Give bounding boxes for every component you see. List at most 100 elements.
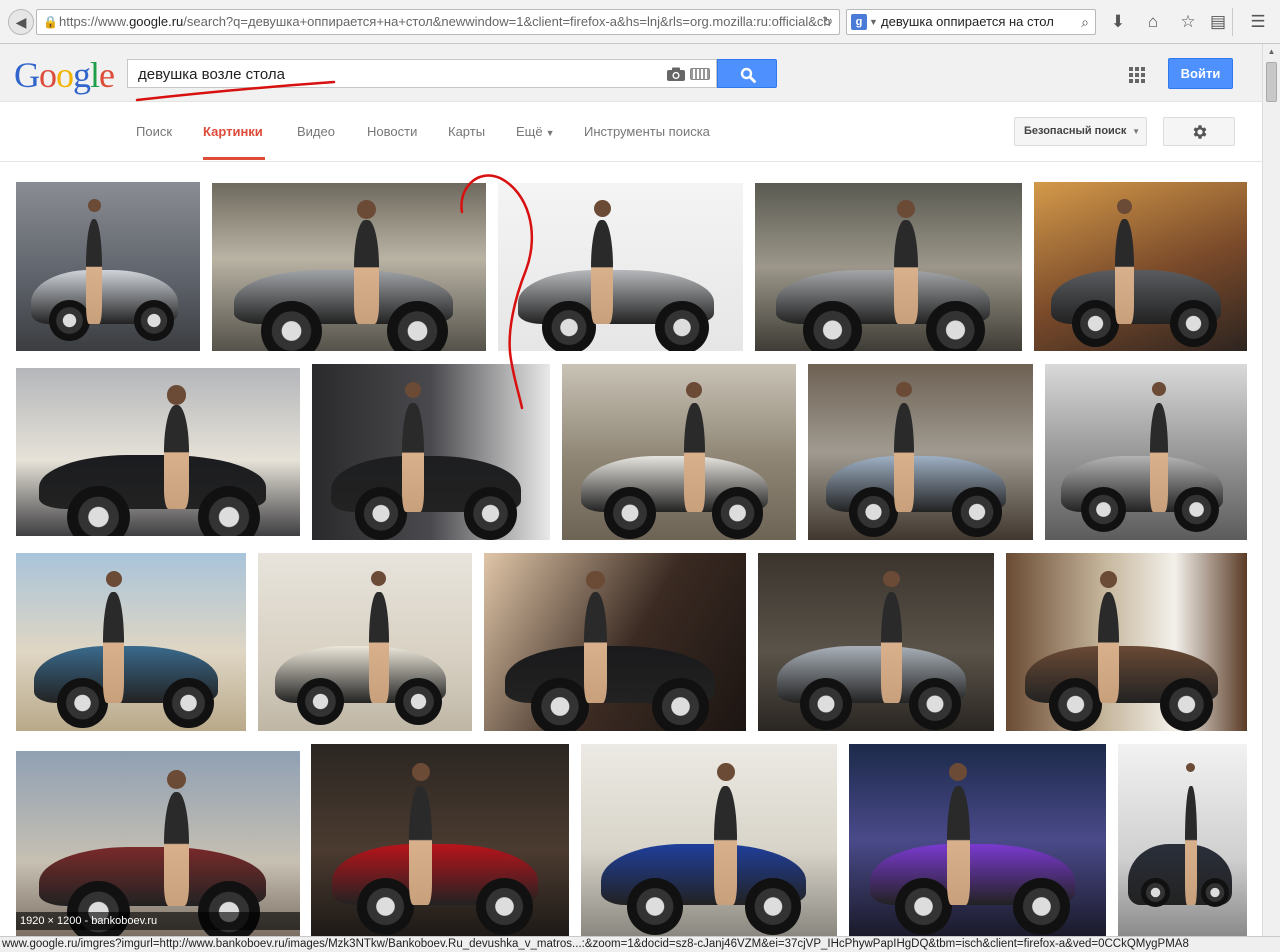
reading-list-icon[interactable]: ▤ (1206, 11, 1230, 33)
wheel-shape (909, 677, 961, 730)
search-query-text: девушка возле стола (138, 66, 285, 83)
safe-search-label: Безопасный поиск (1024, 125, 1127, 137)
wheel-shape (1141, 878, 1170, 907)
head-shape (716, 763, 735, 782)
image-thumbnail[interactable] (484, 553, 746, 731)
keyboard-icon[interactable] (690, 68, 710, 80)
image-thumbnail[interactable] (16, 182, 200, 351)
wheel-shape (925, 300, 985, 351)
image-thumbnail[interactable] (16, 368, 300, 536)
google-engine-icon[interactable]: g (851, 14, 867, 30)
image-thumbnail[interactable] (1118, 744, 1247, 936)
logo-letter: o (56, 55, 74, 95)
wheel-shape (895, 878, 952, 935)
image-thumbnail[interactable] (808, 364, 1033, 540)
chevron-down-icon: ▼ (1132, 127, 1140, 136)
back-icon[interactable]: ◀ (8, 9, 34, 35)
search-icon (740, 67, 756, 83)
wheel-shape (464, 487, 517, 540)
scroll-up-icon[interactable]: ▲ (1263, 44, 1280, 60)
image-thumbnail[interactable] (212, 183, 486, 351)
person-shape (880, 592, 902, 703)
image-thumbnail[interactable] (581, 744, 837, 936)
tab-more-label: Ещё (516, 124, 543, 139)
safe-search-button[interactable]: Безопасный поиск ▼ (1014, 117, 1147, 146)
browser-search-box[interactable]: g ▼ девушка оппирается на стол ⌕ (846, 9, 1096, 35)
person-shape (946, 786, 970, 906)
wheel-shape (1174, 487, 1219, 532)
head-shape (1152, 381, 1167, 396)
wheel-shape (476, 878, 533, 936)
image-thumbnail[interactable] (1045, 364, 1247, 540)
person-shape (1150, 402, 1169, 512)
search-input[interactable]: девушка возле стола (127, 59, 717, 88)
wheel-shape (803, 300, 862, 351)
wheel-shape (800, 677, 853, 730)
scrollbar-thumb[interactable] (1266, 62, 1277, 102)
image-thumbnail[interactable] (1034, 182, 1247, 351)
tab-maps[interactable]: Карты (448, 124, 485, 139)
head-shape (586, 570, 605, 590)
camera-icon[interactable] (666, 66, 686, 82)
person-shape (369, 592, 389, 703)
logo-letter: G (14, 55, 40, 95)
scrollbar[interactable]: ▲ (1262, 44, 1280, 936)
image-thumbnail[interactable] (562, 364, 796, 540)
image-thumbnail[interactable] (498, 183, 743, 351)
tab-images[interactable]: Картинки (203, 124, 263, 139)
tab-more[interactable]: Ещё ▼ (516, 124, 555, 139)
person-shape (163, 791, 190, 907)
url-domain: google.ru (129, 14, 184, 29)
apps-grid-icon[interactable] (1129, 67, 1145, 83)
chevron-down-icon: ▼ (545, 128, 555, 138)
person-shape (591, 219, 614, 325)
browser-search-query: девушка оппирается на стол (881, 14, 1054, 29)
tab-search[interactable]: Поиск (136, 124, 172, 139)
search-icon[interactable]: ⌕ (1081, 10, 1089, 34)
settings-button[interactable] (1163, 117, 1235, 146)
download-icon[interactable]: ⬇ (1106, 11, 1130, 33)
search-tabs: Поиск Картинки Видео Новости Карты Ещё ▼ … (0, 102, 1262, 162)
image-thumbnail[interactable] (311, 744, 569, 936)
browser-window: ◀ 🔒 https://www.google.ru/search?q=девушк… (0, 0, 1280, 952)
image-thumbnail[interactable] (312, 364, 550, 540)
search-button[interactable] (717, 59, 777, 88)
wheel-shape (1170, 300, 1218, 348)
image-thumbnail[interactable] (1006, 553, 1247, 731)
home-icon[interactable]: ⌂ (1141, 11, 1165, 33)
url-prefix: https://www. (59, 14, 130, 29)
wheel-shape (711, 487, 764, 539)
image-thumbnail[interactable] (849, 744, 1106, 936)
wheel-shape (57, 677, 108, 729)
url-bar[interactable]: 🔒 https://www.google.ru/search?q=девушка+… (36, 9, 840, 35)
chevron-down-icon[interactable]: ▼ (869, 10, 878, 34)
tab-news[interactable]: Новости (367, 124, 417, 139)
wheel-shape (542, 300, 596, 351)
image-thumbnail[interactable] (16, 751, 300, 936)
image-thumbnail[interactable] (755, 183, 1022, 351)
image-thumbnail[interactable] (758, 553, 994, 731)
lock-icon: 🔒 (43, 15, 58, 29)
google-logo[interactable]: Google (14, 54, 115, 96)
wheel-shape (49, 300, 90, 341)
wheel-shape (627, 878, 684, 935)
wheel-shape (357, 878, 415, 936)
star-icon[interactable]: ☆ (1176, 11, 1200, 33)
person-shape (409, 786, 433, 906)
wheel-shape (1049, 677, 1103, 731)
person-shape (354, 219, 380, 325)
menu-icon[interactable]: ☰ (1246, 11, 1270, 33)
head-shape (105, 570, 122, 587)
person-shape (583, 592, 608, 703)
wheel-shape (952, 487, 1002, 537)
wheel-shape (133, 300, 175, 341)
image-thumbnail[interactable] (258, 553, 472, 731)
tab-video[interactable]: Видео (297, 124, 335, 139)
logo-letter: o (39, 55, 57, 95)
person-shape (85, 219, 103, 324)
head-shape (87, 198, 101, 212)
sign-in-button[interactable]: Войти (1168, 58, 1233, 89)
tab-search-tools[interactable]: Инструменты поиска (584, 124, 710, 139)
image-thumbnail[interactable] (16, 553, 246, 731)
reload-icon[interactable]: ↻ (822, 10, 833, 34)
